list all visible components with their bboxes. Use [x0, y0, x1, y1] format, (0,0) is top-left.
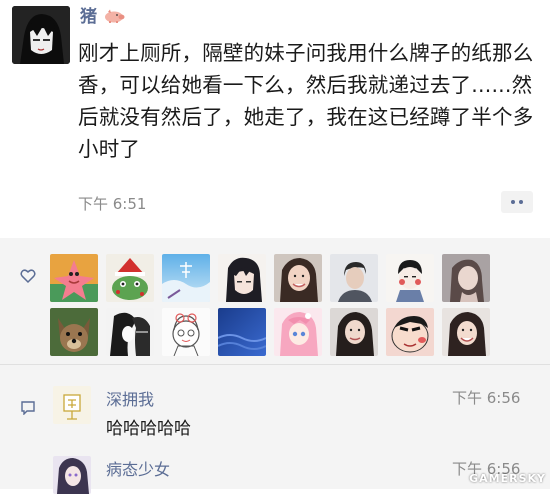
avatar-pink-hair-anime[interactable]	[274, 308, 322, 356]
author-avatar[interactable]	[12, 6, 70, 64]
avatar-doodle-girl[interactable]	[162, 308, 210, 356]
more-dots-icon[interactable]	[501, 191, 533, 213]
avatar-manga-sketch[interactable]	[106, 308, 154, 356]
comment-author-name[interactable]: 病态少女	[106, 456, 170, 480]
author-name[interactable]: 猪	[80, 6, 125, 29]
comment-icon	[21, 401, 35, 415]
heart-icon	[20, 269, 36, 284]
avatar-crayon-shinchan[interactable]	[386, 308, 434, 356]
avatar-patrick-star[interactable]	[50, 254, 98, 302]
avatar-christmas-frog[interactable]	[106, 254, 154, 302]
comment-time: 下午 6:56	[452, 389, 521, 407]
avatar-cartoon-boy-red-cheeks[interactable]	[386, 254, 434, 302]
avatar-girl-gray[interactable]	[442, 254, 490, 302]
avatar-girl-smiling-2[interactable]	[442, 308, 490, 356]
avatar-cartoon-dog[interactable]	[50, 308, 98, 356]
avatar-smiling-girl[interactable]	[274, 254, 322, 302]
pig-emoji-icon	[99, 9, 125, 26]
comment-text: 哈哈哈哈哈	[106, 419, 191, 439]
avatar-boy-portrait[interactable]	[330, 254, 378, 302]
comment-avatar[interactable]	[53, 386, 91, 424]
post-content: 刚才上厕所，隔壁的妹子问我用什么牌子的纸那么香，可以给她看一下么，然后我就递过去…	[78, 41, 534, 161]
moment-post: 猪 刚才上厕所，隔壁的妹子问我用什么牌子的纸那么香，可以给她看一下么，然后我就递…	[0, 0, 550, 238]
avatar-anime-girl-black-hair[interactable]	[218, 254, 266, 302]
avatar-girl-selfie[interactable]	[330, 308, 378, 356]
comment-avatar[interactable]	[53, 456, 91, 494]
post-time: 下午 6:51	[78, 195, 147, 213]
comment-author-name[interactable]: 深拥我	[106, 386, 154, 410]
avatar-blue-sky-text[interactable]	[162, 254, 210, 302]
avatar-blue-ocean[interactable]	[218, 308, 266, 356]
watermark: GAMERSKY	[469, 472, 546, 485]
